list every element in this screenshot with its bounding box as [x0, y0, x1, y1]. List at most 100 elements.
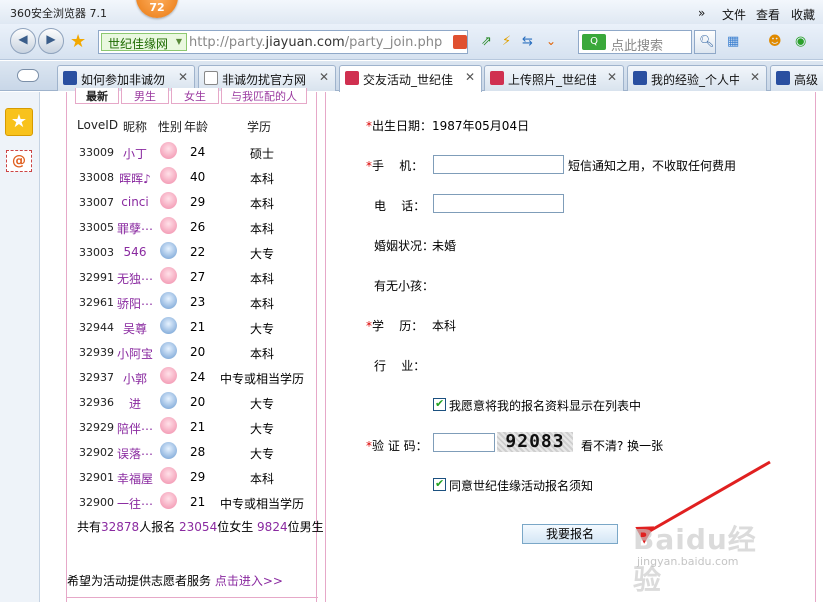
- table-row[interactable]: 33003 546 22 大专: [67, 239, 318, 264]
- table-row[interactable]: 32902 误落⋯ 28 大专: [67, 439, 318, 464]
- close-icon[interactable]: ✕: [319, 70, 329, 84]
- nickname-link[interactable]: 骄阳⋯: [105, 295, 165, 312]
- search-button[interactable]: 🔍︎: [694, 30, 716, 54]
- education: 本科: [249, 347, 274, 361]
- nickname-link[interactable]: 小丁: [105, 145, 165, 162]
- table-row[interactable]: 32991 无独⋯ 27 本科: [67, 264, 318, 289]
- table-row[interactable]: 33009 小丁 24 硕士: [67, 139, 318, 164]
- nickname-link[interactable]: 无独⋯: [105, 270, 165, 287]
- favorites-star-icon[interactable]: ★: [5, 108, 33, 136]
- tab-label: 非诚勿扰官方网: [222, 73, 307, 87]
- summary-mid1: 人报名: [139, 520, 180, 534]
- lightning-icon[interactable]: ⚡: [502, 34, 511, 49]
- age: 23: [190, 295, 206, 309]
- search-engine-icon[interactable]: Q: [582, 34, 606, 50]
- close-icon[interactable]: ✕: [607, 70, 617, 84]
- tab-label: 如何参加非诚勿: [81, 73, 166, 87]
- education: 中专或相当学历: [219, 372, 304, 386]
- nickname-link[interactable]: 幸福屋: [105, 470, 165, 487]
- tab-advanced[interactable]: 高级: [770, 65, 823, 91]
- female-avatar-icon[interactable]: [160, 167, 177, 184]
- tab-female[interactable]: 女生: [171, 88, 219, 104]
- menu-file[interactable]: 文件: [722, 6, 746, 23]
- table-row[interactable]: 33005 罪孽⋯ 26 本科: [67, 214, 318, 239]
- volunteer-link[interactable]: 点击进入>>: [215, 574, 283, 588]
- summary-prefix: 共有: [77, 520, 102, 534]
- site-chip-label: 世纪佳缘网: [108, 37, 169, 51]
- nickname-link[interactable]: 一往⋯: [105, 495, 165, 512]
- side-bar: ★ @: [0, 92, 40, 602]
- game-icon[interactable]: ☻: [768, 34, 782, 49]
- nickname-link[interactable]: 陪伴⋯: [105, 420, 165, 437]
- table-row[interactable]: 32936 进 20 大专: [67, 389, 318, 414]
- panel-bottom-border: [67, 597, 318, 598]
- table-row[interactable]: 32961 骄阳⋯ 23 本科: [67, 289, 318, 314]
- menu-view[interactable]: 查看: [756, 6, 780, 23]
- more-menu-button[interactable]: »: [698, 6, 705, 20]
- nickname-link[interactable]: 小郭: [105, 370, 165, 387]
- paw-icon: [776, 71, 790, 85]
- table-row[interactable]: 33008 晖晖♪ 40 本科: [67, 164, 318, 189]
- male-avatar-icon[interactable]: [160, 442, 177, 459]
- tab-newest[interactable]: 最新: [75, 88, 119, 104]
- female-avatar-icon[interactable]: [160, 467, 177, 484]
- url-text[interactable]: http://party.jiayuan.com/party_join.php: [189, 35, 442, 50]
- back-button[interactable]: ◀: [10, 28, 36, 54]
- cloud-icon[interactable]: [17, 69, 39, 82]
- age: 26: [190, 220, 206, 234]
- menu-favorites[interactable]: 收藏: [791, 6, 815, 23]
- apps-grid-icon[interactable]: ▦: [727, 34, 739, 49]
- male-avatar-icon[interactable]: [160, 292, 177, 309]
- nickname-link[interactable]: 546: [105, 245, 165, 259]
- dropdown-chevron-icon[interactable]: ⌄: [546, 34, 556, 48]
- refresh-icon[interactable]: ⇆: [522, 34, 533, 49]
- female-avatar-icon[interactable]: [160, 367, 177, 384]
- favorite-star-icon[interactable]: ★: [70, 31, 86, 52]
- table-row[interactable]: 32939 小阿宝 20 本科: [67, 339, 318, 364]
- header-nick: 昵称: [123, 120, 148, 134]
- mail-icon[interactable]: @: [6, 150, 32, 172]
- registrant-list-panel: 最新 男生 女生 与我匹配的人 LoveID 昵称 性别 年龄 学历 33009…: [66, 88, 324, 602]
- table-row[interactable]: 33007 cinci 29 本科: [67, 189, 318, 214]
- female-avatar-icon[interactable]: [160, 142, 177, 159]
- nickname-link[interactable]: 吴尊: [105, 320, 165, 337]
- nickname-link[interactable]: 误落⋯: [105, 445, 165, 462]
- tab-upload-photo[interactable]: 上传照片_世纪佳 ✕: [484, 65, 624, 91]
- tab-my-experience[interactable]: 我的经验_个人中 ✕: [627, 65, 767, 91]
- table-row[interactable]: 32929 陪伴⋯ 21 大专: [67, 414, 318, 439]
- nickname-link[interactable]: 进: [105, 395, 165, 412]
- female-avatar-icon[interactable]: [160, 217, 177, 234]
- forward-button[interactable]: ▶: [38, 28, 64, 54]
- table-row[interactable]: 32900 一往⋯ 21 中专或相当学历: [67, 489, 318, 514]
- male-avatar-icon[interactable]: [160, 342, 177, 359]
- female-avatar-icon[interactable]: [160, 192, 177, 209]
- nickname-link[interactable]: cinci: [105, 195, 165, 209]
- nickname-link[interactable]: 晖晖♪: [105, 170, 165, 187]
- site-chip[interactable]: 世纪佳缘网 ▼: [101, 33, 188, 51]
- table-row[interactable]: 32901 幸福屋 29 本科: [67, 464, 318, 489]
- male-avatar-icon[interactable]: [160, 317, 177, 334]
- notification-badge[interactable]: 72: [136, 0, 178, 18]
- male-avatar-icon[interactable]: [160, 392, 177, 409]
- nickname-link[interactable]: 罪孽⋯: [105, 220, 165, 237]
- close-icon[interactable]: ✕: [750, 70, 760, 84]
- female-avatar-icon[interactable]: [160, 417, 177, 434]
- tab-party-active[interactable]: 交友活动_世纪佳 ✕: [339, 65, 482, 92]
- search-input[interactable]: 点此搜索: [611, 35, 663, 54]
- female-avatar-icon[interactable]: [160, 492, 177, 509]
- tab-matched[interactable]: 与我匹配的人: [221, 88, 307, 104]
- search-box[interactable]: Q 点此搜索: [578, 30, 692, 54]
- female-avatar-icon[interactable]: [160, 267, 177, 284]
- close-icon[interactable]: ✕: [178, 70, 188, 84]
- security-icon[interactable]: [453, 35, 467, 49]
- address-bar[interactable]: 世纪佳缘网 ▼ http://party.jiayuan.com/party_jo…: [98, 30, 468, 54]
- table-row[interactable]: 32937 小郭 24 中专或相当学历: [67, 364, 318, 389]
- tab-label: 上传照片_世纪佳: [508, 73, 596, 87]
- share-icon[interactable]: ⇗: [481, 34, 492, 49]
- close-icon[interactable]: ✕: [465, 70, 475, 84]
- nickname-link[interactable]: 小阿宝: [105, 345, 165, 362]
- male-avatar-icon[interactable]: [160, 242, 177, 259]
- tab-male[interactable]: 男生: [121, 88, 169, 104]
- table-row[interactable]: 32944 吴尊 21 大专: [67, 314, 318, 339]
- shield-icon[interactable]: ◉: [795, 34, 806, 49]
